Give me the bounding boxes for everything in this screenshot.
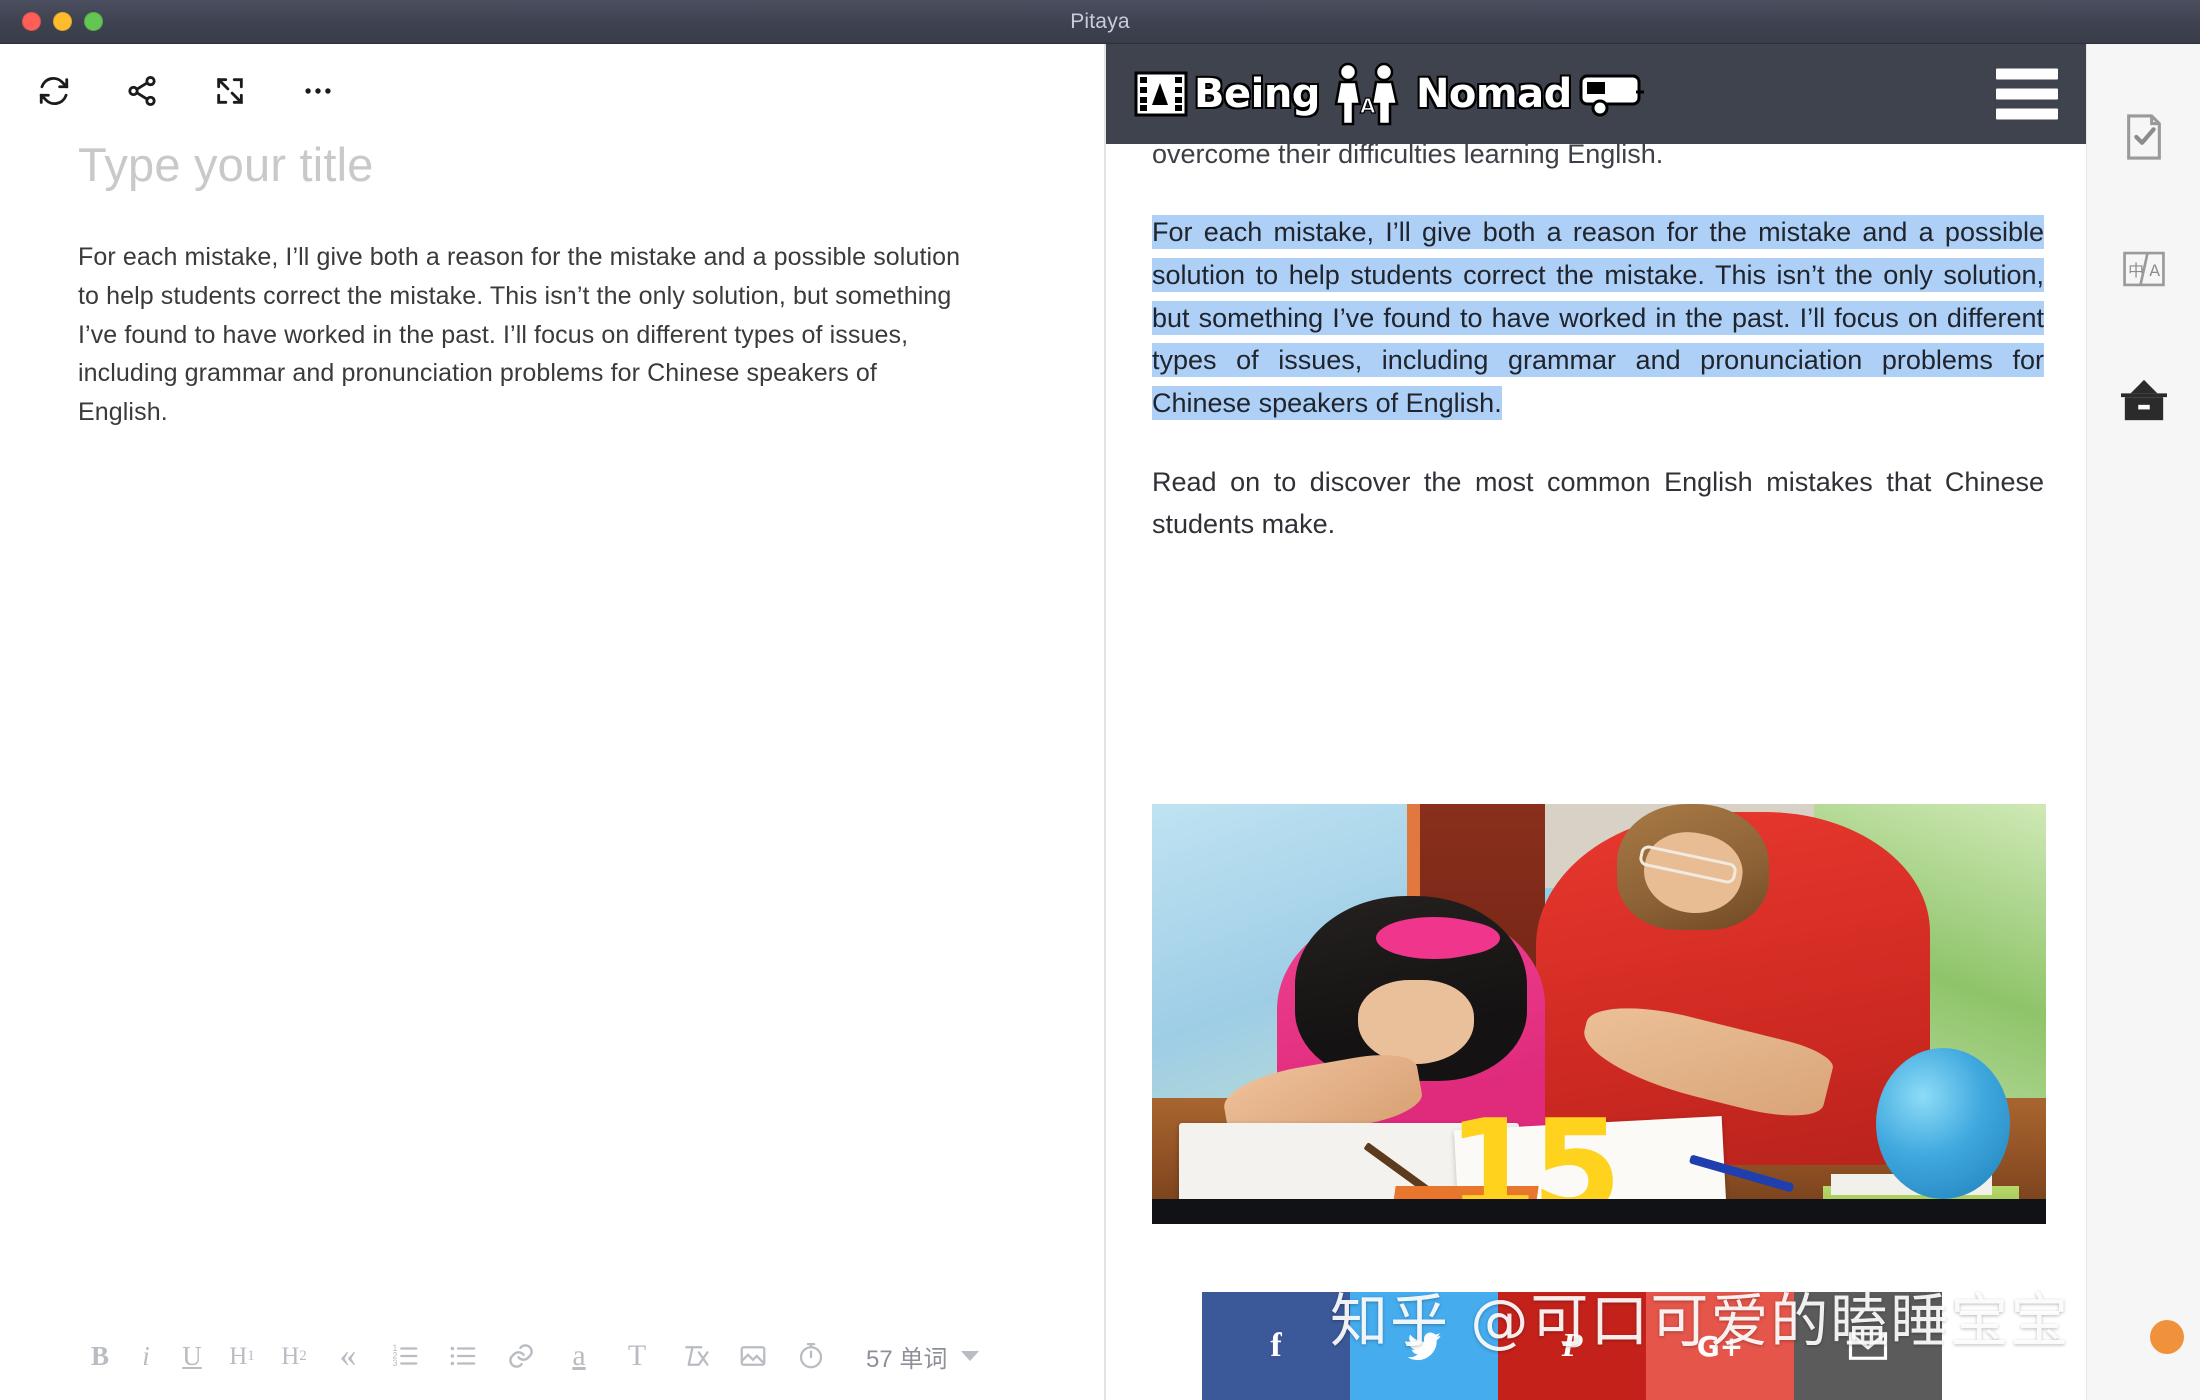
archive-icon[interactable] <box>2115 372 2173 430</box>
editor-pane: Type your title For each mistake, I’ll g… <box>0 44 1104 1400</box>
right-sidebar: 中 A <box>2086 44 2200 1400</box>
blockquote-button[interactable]: « <box>320 1332 376 1380</box>
document-paragraph[interactable]: For each mistake, I’ll give both a reaso… <box>78 238 968 432</box>
svg-text:3: 3 <box>393 1358 398 1368</box>
archive-box-icon <box>2120 379 2167 421</box>
caravan-icon <box>1579 74 1644 117</box>
site-logo[interactable]: Being A Nomad <box>1134 58 1644 130</box>
social-share-bar: f P G+ <box>1202 1292 1942 1400</box>
preview-paragraph-after: Read on to discover the most common Engl… <box>1152 466 2044 540</box>
ordered-list-icon[interactable]: 1 2 3 <box>376 1332 434 1380</box>
watermark-dot-icon <box>2150 1320 2184 1354</box>
translate-icon[interactable]: 中 A <box>2115 240 2173 298</box>
more-options-icon[interactable] <box>298 71 338 111</box>
svg-text:A: A <box>2149 261 2160 280</box>
share-icon[interactable] <box>122 71 162 111</box>
refresh-icon[interactable] <box>34 71 74 111</box>
h1-letter: H <box>229 1342 248 1370</box>
minimize-button[interactable] <box>53 12 72 31</box>
share-twitter-button[interactable] <box>1350 1292 1498 1400</box>
app-window: Pitaya Type your title For each mistake,… <box>0 0 2200 1400</box>
teacher-helping-student-photo: 15 <box>1152 804 2046 1224</box>
window-title: Pitaya <box>1070 9 1130 33</box>
brand-name-part2: Nomad <box>1415 71 1572 117</box>
share-facebook-button[interactable]: f <box>1202 1292 1350 1400</box>
brand-name-part1: Being <box>1194 71 1320 117</box>
preview-paragraph-selected[interactable]: For each mistake, I’ll give both a reaso… <box>1152 211 2044 424</box>
word-count-label: 57 单词 <box>866 1345 948 1373</box>
word-count-selector[interactable]: 57 单词 <box>866 1339 980 1374</box>
svg-text:A: A <box>1360 94 1376 118</box>
site-header: Being A Nomad <box>1106 44 2086 144</box>
preview-pane: … to Chinese students. But students can … <box>1106 44 2086 1400</box>
article-photo: 15 <box>1152 804 2046 1224</box>
twitter-icon <box>1407 1332 1441 1361</box>
bold-button[interactable]: B <box>76 1332 124 1380</box>
timer-icon[interactable] <box>782 1332 840 1380</box>
highlight-button[interactable]: a <box>550 1332 608 1380</box>
share-googleplus-button[interactable]: G+ <box>1646 1292 1794 1400</box>
main-content: Type your title For each mistake, I’ll g… <box>0 44 2200 1400</box>
family-icon: A <box>1334 62 1399 126</box>
text-style-button[interactable]: T <box>608 1332 666 1380</box>
zoom-button[interactable] <box>84 12 103 31</box>
traffic-light-group <box>22 12 103 31</box>
chevron-down-icon <box>961 1351 980 1361</box>
image-icon[interactable] <box>724 1332 782 1380</box>
heading1-button[interactable]: H1 <box>216 1332 268 1380</box>
share-email-button[interactable] <box>1794 1292 1942 1400</box>
editor-document[interactable]: Type your title For each mistake, I’ll g… <box>0 116 1104 1312</box>
film-strip-icon <box>1134 71 1188 117</box>
italic-button[interactable]: i <box>124 1332 168 1380</box>
document-check-icon[interactable] <box>2115 108 2173 166</box>
editor-top-toolbar <box>0 44 1104 116</box>
clear-format-icon[interactable] <box>666 1332 724 1380</box>
underline-button[interactable]: U <box>168 1332 216 1380</box>
fullscreen-icon[interactable] <box>210 71 250 111</box>
heading2-button[interactable]: H2 <box>268 1332 320 1380</box>
format-toolbar: B i U H1 H2 « 1 2 3 a T 57 单词 <box>0 1312 1104 1400</box>
h2-sub: 2 <box>299 1347 307 1364</box>
link-icon[interactable] <box>492 1332 550 1380</box>
bullet-list-icon[interactable] <box>434 1332 492 1380</box>
selected-text: For each mistake, I’ll give both a reaso… <box>1152 215 2044 420</box>
document-title-placeholder[interactable]: Type your title <box>78 138 1034 192</box>
title-bar: Pitaya <box>0 0 2200 44</box>
svg-text:中: 中 <box>2128 261 2144 280</box>
close-button[interactable] <box>22 12 41 31</box>
h1-sub: 1 <box>247 1347 255 1364</box>
h2-letter: H <box>281 1342 300 1370</box>
share-pinterest-button[interactable]: P <box>1498 1292 1646 1400</box>
hamburger-menu-icon[interactable] <box>1996 68 2058 120</box>
envelope-icon <box>1848 1332 1888 1360</box>
